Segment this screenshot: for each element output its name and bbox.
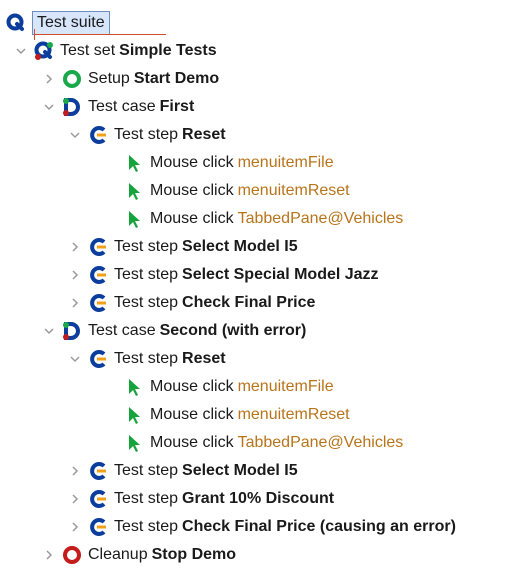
tree-node-mouse-click[interactable]: Mouse click menuitemReset bbox=[124, 402, 350, 428]
tree-node-test-step[interactable]: Test step Select Model I5 bbox=[70, 458, 298, 484]
mouse-click-icon bbox=[124, 433, 144, 453]
chevron-right-icon[interactable] bbox=[70, 270, 80, 280]
tree-node-text: Test step Grant 10% Discount bbox=[114, 490, 335, 507]
tree-node-text: Mouse click menuitemReset bbox=[150, 406, 350, 423]
test-tree: Test suite Test set Simple Tests Setup S… bbox=[0, 0, 515, 564]
tree-node-text: Test case Second (with error) bbox=[88, 322, 307, 339]
chevron-down-icon[interactable] bbox=[44, 326, 54, 336]
mouse-click-icon bbox=[124, 405, 144, 425]
test-step-icon bbox=[88, 237, 108, 257]
test-step-icon bbox=[88, 517, 108, 537]
test-suite-icon bbox=[6, 13, 26, 33]
setup-icon bbox=[62, 69, 82, 89]
tree-node-text: Mouse click menuitemReset bbox=[150, 182, 350, 199]
tree-node-text: Test step Reset bbox=[114, 126, 226, 143]
test-step-icon bbox=[88, 293, 108, 313]
tree-node-text: Test set Simple Tests bbox=[60, 42, 217, 59]
mouse-click-icon bbox=[124, 209, 144, 229]
test-step-icon bbox=[88, 125, 108, 145]
test-case-icon bbox=[62, 97, 82, 117]
tree-node-cleanup[interactable]: Cleanup Stop Demo bbox=[44, 542, 236, 568]
tree-node-test-step-reset[interactable]: Test step Reset bbox=[70, 122, 226, 148]
tree-node-mouse-click[interactable]: Mouse click menuitemReset bbox=[124, 178, 350, 204]
tree-node-text: Mouse click menuitemFile bbox=[150, 154, 334, 171]
tree-node-test-step-reset[interactable]: Test step Reset bbox=[70, 346, 226, 372]
chevron-right-icon[interactable] bbox=[70, 242, 80, 252]
tree-node-text: Test step Select Model I5 bbox=[114, 462, 298, 479]
tree-node-text: Test step Reset bbox=[114, 350, 226, 367]
tree-node-text: Test step Check Final Price bbox=[114, 294, 316, 311]
tree-node-text: Mouse click TabbedPane@Vehicles bbox=[150, 434, 404, 451]
chevron-right-icon[interactable] bbox=[70, 522, 80, 532]
test-set-icon bbox=[34, 41, 54, 61]
tree-node-test-case-first[interactable]: Test case First bbox=[44, 94, 194, 120]
tree-node-text: Setup Start Demo bbox=[88, 70, 220, 87]
chevron-right-icon[interactable] bbox=[44, 74, 54, 84]
chevron-down-icon[interactable] bbox=[70, 354, 80, 364]
tree-node-text: Mouse click menuitemFile bbox=[150, 378, 334, 395]
chevron-right-icon[interactable] bbox=[70, 494, 80, 504]
tree-node-test-suite[interactable]: Test suite bbox=[6, 10, 110, 36]
test-case-icon bbox=[62, 321, 82, 341]
tree-node-mouse-click[interactable]: Mouse click TabbedPane@Vehicles bbox=[124, 430, 403, 456]
test-step-icon bbox=[88, 349, 108, 369]
tree-node-test-set[interactable]: Test set Simple Tests bbox=[16, 38, 217, 64]
chevron-right-icon[interactable] bbox=[70, 298, 80, 308]
test-step-icon bbox=[88, 461, 108, 481]
chevron-right-icon[interactable] bbox=[70, 466, 80, 476]
mouse-click-icon bbox=[124, 181, 144, 201]
tree-node-text: Cleanup Stop Demo bbox=[88, 546, 237, 563]
test-step-icon bbox=[88, 489, 108, 509]
tree-node-test-case-second[interactable]: Test case Second (with error) bbox=[44, 318, 306, 344]
tree-node-label[interactable]: Test suite bbox=[32, 11, 110, 35]
tree-node-setup[interactable]: Setup Start Demo bbox=[44, 66, 219, 92]
tree-node-text: Test step Select Model I5 bbox=[114, 238, 298, 255]
chevron-down-icon[interactable] bbox=[70, 130, 80, 140]
test-step-icon bbox=[88, 265, 108, 285]
cleanup-icon bbox=[62, 545, 82, 565]
tree-node-text: Test step Select Special Model Jazz bbox=[114, 266, 379, 283]
mouse-click-icon bbox=[124, 377, 144, 397]
tree-node-text: Test case First bbox=[88, 98, 195, 115]
tree-node-test-step[interactable]: Test step Select Model I5 bbox=[70, 234, 298, 260]
chevron-right-icon[interactable] bbox=[44, 550, 54, 560]
tree-node-text: Mouse click TabbedPane@Vehicles bbox=[150, 210, 404, 227]
tree-node-mouse-click[interactable]: Mouse click menuitemFile bbox=[124, 150, 334, 176]
tree-node-mouse-click[interactable]: Mouse click TabbedPane@Vehicles bbox=[124, 206, 403, 232]
chevron-down-icon[interactable] bbox=[16, 46, 26, 56]
tree-node-text: Test step Check Final Price (causing an … bbox=[114, 518, 456, 535]
tree-node-test-step[interactable]: Test step Grant 10% Discount bbox=[70, 486, 334, 512]
chevron-down-icon[interactable] bbox=[44, 102, 54, 112]
mouse-click-icon bbox=[124, 153, 144, 173]
selection-indicator-line bbox=[34, 34, 166, 35]
tree-node-test-step[interactable]: Test step Check Final Price bbox=[70, 290, 315, 316]
tree-node-test-step[interactable]: Test step Select Special Model Jazz bbox=[70, 262, 379, 288]
tree-node-test-step[interactable]: Test step Check Final Price (causing an … bbox=[70, 514, 456, 540]
tree-node-mouse-click[interactable]: Mouse click menuitemFile bbox=[124, 374, 334, 400]
